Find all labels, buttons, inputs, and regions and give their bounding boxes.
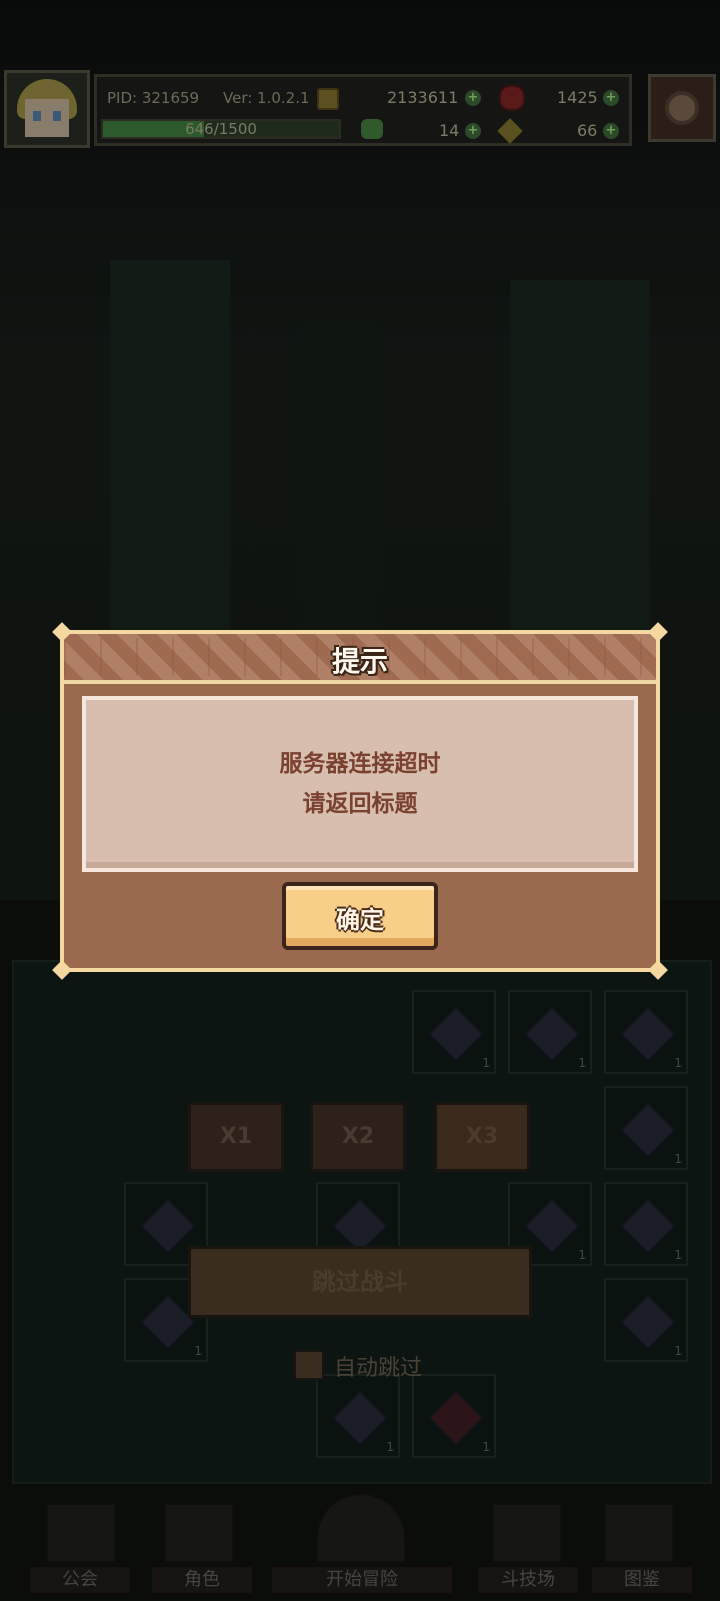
book-icon xyxy=(604,1503,674,1563)
swords-icon xyxy=(492,1503,562,1563)
dialog-message-line1: 服务器连接超时 xyxy=(279,751,441,777)
guild-icon xyxy=(46,1503,116,1563)
nav-start-adventure[interactable]: 开始冒险 xyxy=(270,1565,454,1595)
xp-text: 646/1500 xyxy=(185,120,257,138)
gold-coin-icon xyxy=(317,88,339,110)
settings-button[interactable] xyxy=(648,74,716,142)
inventory-slot[interactable]: 1 xyxy=(412,990,496,1074)
inventory-slot[interactable]: 1 xyxy=(604,990,688,1074)
top-status-bar: PID: 321659 Ver: 1.0.2.1 2133611 + 1425 … xyxy=(0,70,720,150)
inventory-slot[interactable]: 1 xyxy=(604,1086,688,1170)
dialog-message-box: 服务器连接超时 请返回标题 xyxy=(82,696,638,872)
game-version: Ver: 1.0.2.1 xyxy=(223,89,310,107)
gem-icon xyxy=(619,1005,677,1063)
player-id: PID: 321659 xyxy=(107,89,200,107)
magnifier-icon xyxy=(316,1493,406,1563)
gem-amount: 1425 xyxy=(557,88,598,107)
slot-count: 1 xyxy=(482,1056,490,1070)
gem-icon xyxy=(331,1389,389,1447)
player-avatar[interactable] xyxy=(4,70,90,148)
dialog-header: 提示 xyxy=(64,634,656,684)
timeout-dialog: 提示 服务器连接超时 请返回标题 确定 xyxy=(52,622,668,980)
confirm-button[interactable]: 确定 xyxy=(282,882,438,950)
dialog-message-line2: 请返回标题 xyxy=(302,791,418,817)
player-info-panel: PID: 321659 Ver: 1.0.2.1 2133611 + 1425 … xyxy=(94,74,632,146)
gold-amount: 2133611 xyxy=(387,88,459,107)
speed-x1-button[interactable]: X1 xyxy=(188,1102,284,1172)
xp-bar: 646/1500 xyxy=(101,119,341,139)
speed-x3-button[interactable]: X3 xyxy=(434,1102,530,1172)
inventory-slot[interactable]: 1 xyxy=(508,990,592,1074)
inventory-slot[interactable]: 1 xyxy=(316,1374,400,1458)
slot-count: 1 xyxy=(674,1248,682,1262)
slot-count: 1 xyxy=(674,1056,682,1070)
slot-count: 1 xyxy=(194,1344,202,1358)
gem-icon xyxy=(523,1005,581,1063)
add-key-icon[interactable]: + xyxy=(603,123,619,139)
clover-icon xyxy=(361,119,383,139)
slot-count: 1 xyxy=(578,1248,586,1262)
inventory-slot[interactable]: 1 xyxy=(604,1182,688,1266)
slot-count: 1 xyxy=(674,1152,682,1166)
clover-amount: 14 xyxy=(439,121,460,140)
gem-icon xyxy=(619,1293,677,1351)
add-gem-icon[interactable]: + xyxy=(603,90,619,106)
add-clover-icon[interactable]: + xyxy=(465,123,481,139)
inventory-slot[interactable]: 1 xyxy=(604,1278,688,1362)
gear-icon xyxy=(665,91,699,125)
slot-count: 1 xyxy=(578,1056,586,1070)
key-icon xyxy=(497,118,523,144)
gem-icon xyxy=(523,1197,581,1255)
add-gold-icon[interactable]: + xyxy=(465,90,481,106)
auto-skip-checkbox[interactable] xyxy=(294,1350,324,1380)
slot-count: 1 xyxy=(386,1440,394,1454)
gem-icon xyxy=(619,1101,677,1159)
character-icon xyxy=(164,1503,234,1563)
red-gem-icon xyxy=(499,85,525,111)
nav-guild[interactable]: 公会 xyxy=(28,1565,132,1595)
gem-icon xyxy=(427,1005,485,1063)
nav-collection[interactable]: 图鉴 xyxy=(590,1565,694,1595)
gem-icon xyxy=(427,1389,485,1447)
gem-icon xyxy=(619,1197,677,1255)
key-amount: 66 xyxy=(577,121,598,140)
speed-x2-button[interactable]: X2 xyxy=(310,1102,406,1172)
inventory-slot[interactable]: 1 xyxy=(412,1374,496,1458)
nav-arena[interactable]: 斗技场 xyxy=(476,1565,580,1595)
nav-character[interactable]: 角色 xyxy=(150,1565,254,1595)
slot-count: 1 xyxy=(482,1440,490,1454)
auto-skip-label: 自动跳过 xyxy=(334,1356,423,1381)
bottom-navigation: 公会 角色 开始冒险 斗技场 图鉴 xyxy=(0,1491,720,1601)
slot-count: 1 xyxy=(674,1344,682,1358)
dialog-title: 提示 xyxy=(331,645,388,678)
confirm-label: 确定 xyxy=(336,906,384,934)
skip-battle-button[interactable]: 跳过战斗 xyxy=(188,1246,532,1318)
